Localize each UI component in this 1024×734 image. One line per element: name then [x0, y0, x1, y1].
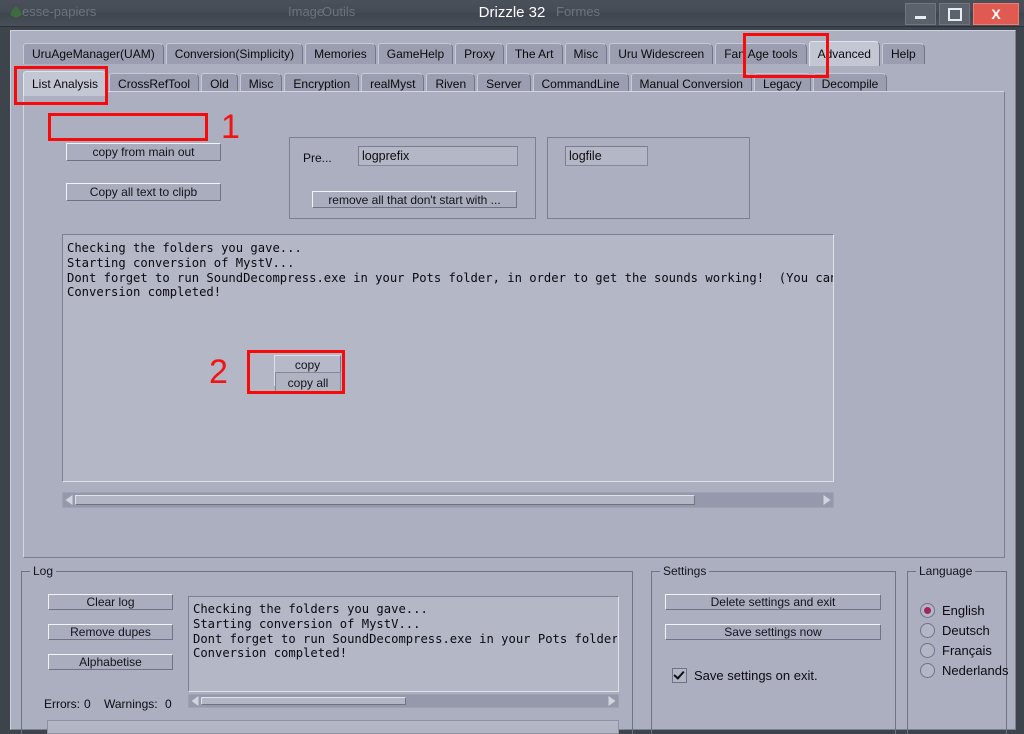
tab-proxy[interactable]: Proxy	[455, 43, 504, 64]
logfile-input[interactable]: logfile	[565, 146, 648, 166]
log-progress-bar	[47, 720, 619, 734]
warnings-value: 0	[165, 697, 172, 711]
scroll-left-arrow-icon[interactable]	[63, 493, 75, 507]
window-title: Drizzle 32	[478, 4, 546, 21]
language-option-nederlands[interactable]: Nederlands	[920, 663, 1009, 678]
tab-list-analysis[interactable]: List Analysis	[23, 71, 108, 96]
settings-group: Settings Delete settings and exit Save s…	[651, 564, 896, 734]
save-settings-now-button[interactable]: Save settings now	[665, 624, 881, 640]
minimize-icon	[915, 15, 926, 19]
log-scroll-right-arrow-icon[interactable]	[606, 695, 618, 707]
tab-pane-advanced: copy from main out Copy all text to clip…	[23, 91, 1005, 558]
log-text: Checking the folders you gave... Startin…	[193, 602, 617, 661]
remove-all-not-starting-with-button[interactable]: remove all that don't start with ...	[312, 191, 517, 208]
radio-francais-icon[interactable]	[920, 643, 935, 658]
language-option-english[interactable]: English	[920, 603, 985, 618]
language-group-title: Language	[916, 564, 976, 578]
language-group: Language English Deutsch Français Nederl…	[907, 564, 1009, 734]
language-option-deutsch[interactable]: Deutsch	[920, 623, 990, 638]
remove-dupes-button[interactable]: Remove dupes	[48, 624, 173, 640]
radio-english-icon[interactable]	[920, 603, 935, 618]
clear-log-button[interactable]: Clear log	[48, 594, 173, 610]
log-hscrollbar[interactable]	[188, 694, 619, 708]
copy-all-text-to-clipboard-button[interactable]: Copy all text to clipb	[66, 183, 221, 201]
language-option-francais[interactable]: Français	[920, 643, 992, 658]
close-icon: X	[991, 6, 1001, 22]
minimize-button[interactable]	[905, 3, 936, 25]
settings-group-title: Settings	[660, 564, 710, 578]
close-button[interactable]: X	[973, 3, 1019, 25]
window-body: UruAgeManager(UAM) Conversion(Simplicity…	[0, 26, 1024, 734]
warnings-label: Warnings:	[104, 697, 158, 711]
logfile-panel: logfile	[547, 137, 750, 219]
prefix-panel: Pre... logprefix remove all that don't s…	[289, 137, 536, 219]
tab-misc[interactable]: Misc	[564, 43, 608, 64]
save-on-exit-checkbox[interactable]	[672, 668, 687, 683]
copy-from-main-out-button[interactable]: copy from main out	[66, 143, 221, 161]
main-output-text: Checking the folders you gave... Startin…	[67, 241, 833, 300]
logprefix-input[interactable]: logprefix	[358, 146, 518, 166]
radio-nederlands-icon[interactable]	[920, 663, 935, 678]
errors-label: Errors:	[44, 697, 80, 711]
maximize-button[interactable]	[939, 3, 970, 25]
language-label-francais: Français	[942, 643, 992, 658]
tab-uru-widescreen[interactable]: Uru Widescreen	[609, 43, 714, 64]
save-on-exit-label: Save settings on exit.	[694, 668, 818, 683]
log-scroll-left-arrow-icon[interactable]	[189, 695, 201, 707]
maximize-icon	[947, 7, 962, 21]
language-label-nederlands: Nederlands	[942, 663, 1009, 678]
errors-value: 0	[84, 697, 91, 711]
language-label-deutsch: Deutsch	[942, 623, 990, 638]
tab-fan-age-tools[interactable]: Fan Age tools	[715, 43, 807, 64]
tab-memories[interactable]: Memories	[305, 43, 376, 64]
application-window: Drizzle 32 esse-papiers Image Outils For…	[0, 0, 1024, 734]
tab-help[interactable]: Help	[881, 43, 925, 64]
annotation-number-2: 2	[209, 353, 228, 391]
hscroll-thumb[interactable]	[75, 495, 695, 505]
log-group-title: Log	[30, 564, 57, 578]
tab-row-primary: UruAgeManager(UAM) Conversion(Simplicity…	[23, 41, 925, 66]
annotation-number-1: 1	[221, 108, 240, 146]
log-hscroll-thumb[interactable]	[201, 697, 406, 705]
tab-uruagemanager[interactable]: UruAgeManager(UAM)	[23, 43, 164, 64]
tab-conversion[interactable]: Conversion(Simplicity)	[165, 43, 304, 64]
tab-the-art[interactable]: The Art	[505, 43, 563, 64]
title-bar: Drizzle 32	[0, 0, 1024, 27]
scroll-right-arrow-icon[interactable]	[821, 493, 833, 507]
tab-advanced[interactable]: Advanced	[808, 41, 880, 66]
main-output-textarea[interactable]: Checking the folders you gave... Startin…	[62, 234, 834, 482]
main-output-hscrollbar[interactable]	[62, 492, 834, 508]
alphabetise-button[interactable]: Alphabetise	[48, 654, 173, 670]
language-label-english: English	[942, 603, 985, 618]
radio-deutsch-icon[interactable]	[920, 623, 935, 638]
delete-settings-and-exit-button[interactable]: Delete settings and exit	[665, 594, 881, 610]
tab-gamehelp[interactable]: GameHelp	[377, 43, 454, 64]
prefix-label: Pre...	[303, 151, 332, 165]
log-group: Log Clear log Remove dupes Alphabetise E…	[21, 564, 633, 734]
log-textarea[interactable]: Checking the folders you gave... Startin…	[188, 596, 619, 692]
save-on-exit-row[interactable]: Save settings on exit.	[672, 668, 818, 683]
window-controls: X	[905, 3, 1019, 25]
copy-all-button[interactable]: copy all	[275, 372, 341, 393]
client-area: UruAgeManager(UAM) Conversion(Simplicity…	[10, 30, 1016, 734]
